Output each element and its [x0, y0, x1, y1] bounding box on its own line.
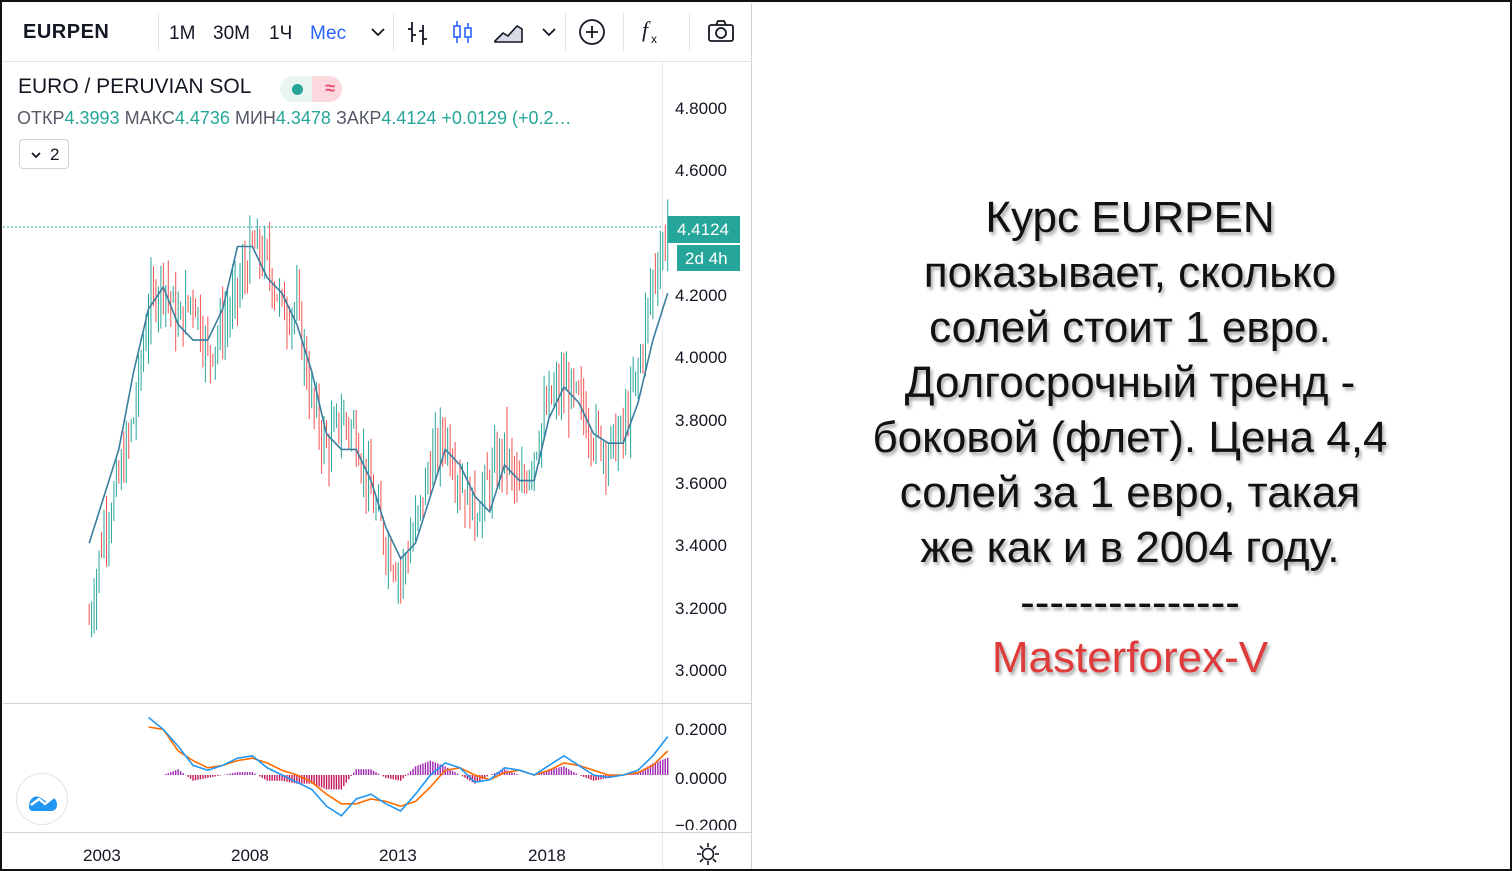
annotation-line: же как и в 2004 году. [920, 523, 1340, 572]
open-label: ОТКР [17, 108, 65, 128]
time-axis-border [3, 832, 752, 833]
chart-widget: EURPEN 1M 30M 1Ч Мес fx EURO / PERUVIAN … [3, 3, 752, 869]
macd-tick: −0.2000 [675, 816, 737, 830]
brand-name: Masterforex-V [991, 633, 1269, 682]
delay-wave-icon: ≈ [325, 78, 335, 98]
time-tick: 2008 [231, 846, 269, 865]
price-tick: 3.6000 [675, 474, 727, 493]
price-tick: 3.2000 [675, 599, 727, 618]
annotation-line: солей стоит 1 евро. [929, 303, 1331, 352]
annotation-line: Курс EURPEN [985, 193, 1275, 242]
low-value: 4.3478 [275, 108, 331, 128]
tradingview-logo-button[interactable] [16, 773, 68, 825]
pane-separator[interactable] [3, 703, 752, 704]
macd-line [147, 716, 669, 817]
close-value: 4.4124 [381, 108, 437, 128]
market-status-badge[interactable]: ≈ [280, 76, 342, 102]
bar-countdown-tag: 2d 4h [677, 245, 740, 271]
price-tick: 3.8000 [675, 411, 727, 430]
price-tick: 3.0000 [675, 661, 727, 680]
change-value: +0.0129 (+0.2… [441, 108, 572, 128]
high-value: 4.4736 [174, 108, 230, 128]
price-tick: 4.6000 [675, 161, 727, 180]
instrument-title: EURO / PERUVIAN SOL [18, 75, 252, 98]
annotation-dashes: --------------- [1020, 578, 1240, 627]
time-tick: 2018 [528, 846, 566, 865]
macd-signal-line [148, 726, 669, 808]
annotation-text: Курс EURPEN показывает, сколько солей ст… [800, 190, 1460, 685]
open-value: 4.3993 [64, 108, 120, 128]
indicator-count: 2 [50, 145, 60, 164]
market-open-dot [292, 84, 303, 95]
last-price-tag: 4.4124 [668, 216, 740, 243]
tradingview-logo-icon [29, 795, 57, 811]
annotation-line: Долгосрочный тренд - [904, 358, 1356, 407]
macd-tick: 0.0000 [675, 769, 727, 788]
price-tick: 4.0000 [675, 348, 727, 367]
low-label: МИН [234, 108, 276, 128]
chevron-down-icon [31, 152, 41, 159]
ohlc-values: ОТКР4.3993 МАКС4.4736 МИН4.3478 ЗАКР4.41… [17, 108, 572, 129]
macd-tick: 0.2000 [675, 720, 727, 739]
price-tick: 4.2000 [675, 286, 727, 305]
price-chart[interactable] [3, 3, 752, 869]
settings-gear-icon[interactable] [695, 841, 721, 867]
price-tick: 3.4000 [675, 536, 727, 555]
close-label: ЗАКР [335, 108, 382, 128]
time-tick: 2003 [83, 846, 121, 865]
annotation-line: показывает, сколько [923, 248, 1337, 297]
annotation-line: боковой (флет). Цена 4,4 [872, 413, 1388, 462]
annotation-line: солей за 1 евро, такая [899, 468, 1361, 517]
indicators-collapse-button[interactable]: 2 [19, 139, 69, 169]
price-tick: 4.8000 [675, 99, 727, 118]
time-tick: 2013 [379, 846, 417, 865]
high-label: МАКС [124, 108, 175, 128]
